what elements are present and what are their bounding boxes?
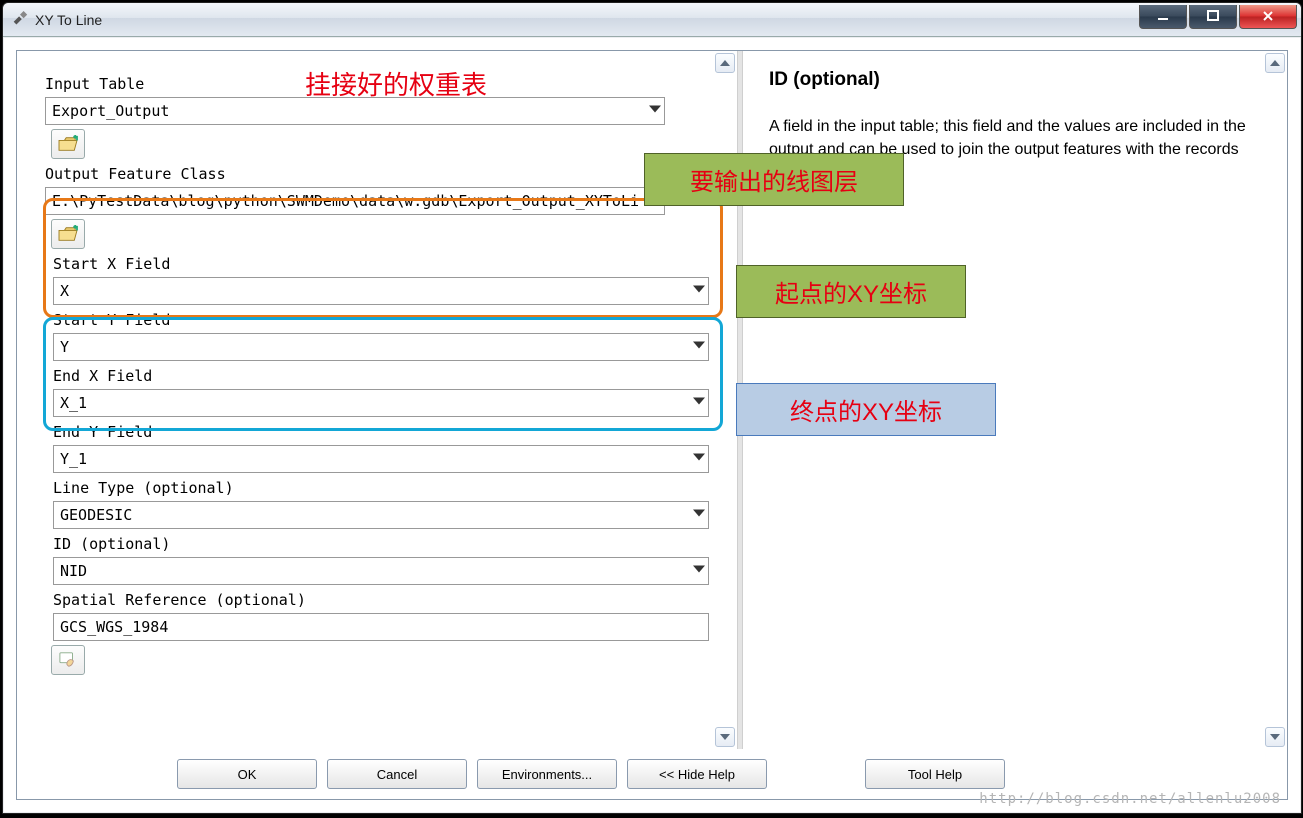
sr-label: Spatial Reference (optional) [53, 591, 709, 609]
help-scroll-up-button[interactable] [1265, 53, 1285, 73]
titlebar[interactable]: XY To Line [3, 3, 1301, 37]
hand-properties-icon [57, 651, 79, 669]
start-x-row: Start X Field [45, 255, 709, 305]
hide-help-button[interactable]: << Hide Help [627, 759, 767, 789]
right-button-group: Tool Help [865, 759, 1005, 789]
end-x-combo[interactable] [53, 385, 709, 417]
start-x-label: Start X Field [53, 255, 709, 273]
client-area: Input Table Output Feature Class [4, 38, 1300, 812]
sr-wrap [53, 609, 709, 641]
input-table-combo[interactable] [45, 93, 665, 125]
tool-help-button[interactable]: Tool Help [865, 759, 1005, 789]
ok-button[interactable]: OK [177, 759, 317, 789]
folder-open-icon [57, 225, 79, 243]
end-y-label: End Y Field [53, 423, 709, 441]
sr-row: Spatial Reference (optional) [45, 591, 709, 675]
id-combo[interactable] [53, 553, 709, 585]
start-y-label: Start Y Field [53, 311, 709, 329]
app-window: XY To Line Input Table [2, 2, 1302, 814]
help-body: A field in the input table; this field a… [769, 115, 1249, 185]
end-x-label: End X Field [53, 367, 709, 385]
cancel-button[interactable]: Cancel [327, 759, 467, 789]
end-y-row: End Y Field [45, 423, 709, 473]
input-table-label: Input Table [45, 75, 709, 93]
window-title: XY To Line [35, 12, 1139, 28]
input-table-row: Input Table [45, 75, 709, 159]
environments-button[interactable]: Environments... [477, 759, 617, 789]
dialog-frame: Input Table Output Feature Class [16, 50, 1288, 800]
sr-browse-button[interactable] [51, 645, 85, 675]
watermark: http://blog.csdn.net/allenlu2008 [979, 791, 1281, 807]
end-y-input[interactable] [53, 445, 709, 473]
output-fc-input[interactable] [45, 187, 665, 215]
start-y-combo[interactable] [53, 329, 709, 361]
help-panel: ID (optional) A field in the input table… [743, 51, 1287, 749]
maximize-button[interactable] [1189, 5, 1237, 29]
scroll-up-button[interactable] [715, 53, 735, 73]
id-row: ID (optional) [45, 535, 709, 585]
start-x-combo[interactable] [53, 273, 709, 305]
left-panel: Input Table Output Feature Class [17, 51, 737, 749]
output-fc-wrap [45, 183, 665, 215]
window-buttons [1139, 5, 1297, 29]
sr-input[interactable] [53, 613, 709, 641]
left-button-group: OK Cancel Environments... << Hide Help [177, 759, 767, 789]
input-table-input[interactable] [45, 97, 665, 125]
help-scroll-down-button[interactable] [1265, 727, 1285, 747]
scroll-down-button[interactable] [715, 727, 735, 747]
folder-open-icon [57, 135, 79, 153]
id-input[interactable] [53, 557, 709, 585]
output-fc-label: Output Feature Class [45, 165, 709, 183]
line-type-row: Line Type (optional) [45, 479, 709, 529]
end-x-input[interactable] [53, 389, 709, 417]
output-fc-browse-button[interactable] [51, 219, 85, 249]
start-y-input[interactable] [53, 333, 709, 361]
id-label: ID (optional) [53, 535, 709, 553]
end-y-combo[interactable] [53, 441, 709, 473]
output-fc-row: Output Feature Class [45, 165, 709, 249]
start-x-input[interactable] [53, 277, 709, 305]
close-button[interactable] [1239, 5, 1297, 29]
hammer-icon [11, 11, 29, 29]
start-y-row: Start Y Field [45, 311, 709, 361]
line-type-combo[interactable] [53, 497, 709, 529]
end-x-row: End X Field [45, 367, 709, 417]
line-type-input[interactable] [53, 501, 709, 529]
minimize-button[interactable] [1139, 5, 1187, 29]
help-title: ID (optional) [769, 69, 1263, 91]
line-type-label: Line Type (optional) [53, 479, 709, 497]
input-table-browse-button[interactable] [51, 129, 85, 159]
